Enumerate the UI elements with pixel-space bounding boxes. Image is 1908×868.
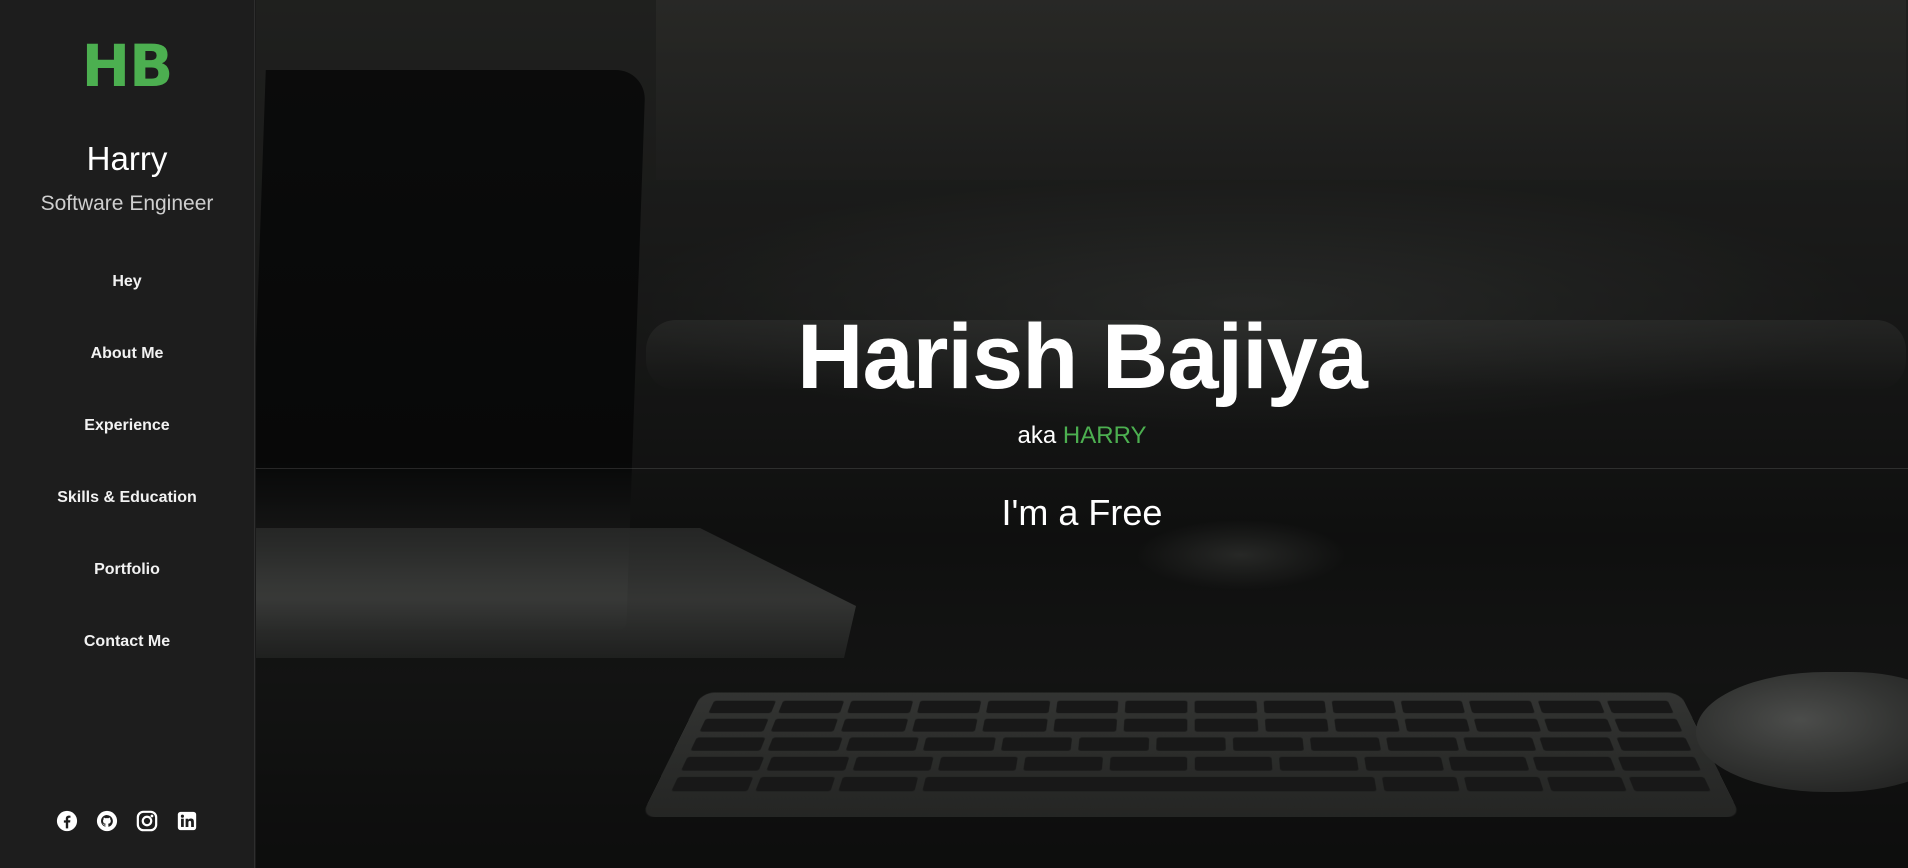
nav-item-skills-education[interactable]: Skills & Education (0, 478, 254, 550)
linkedin-icon[interactable] (176, 810, 198, 832)
nav-item-contact-me[interactable]: Contact Me (0, 622, 254, 694)
github-icon[interactable] (96, 810, 118, 832)
instagram-icon[interactable] (136, 810, 158, 832)
hero-section: Harish Bajiya aka HARRY I'm a Free (256, 0, 1908, 868)
hero-divider (256, 468, 1908, 469)
aka-prefix: aka (1017, 422, 1057, 449)
nav-item-hey[interactable]: Hey (0, 262, 254, 334)
hero-aka: aka HARRY (256, 422, 1908, 450)
aka-name: HARRY (1062, 422, 1147, 449)
nav-item-experience[interactable]: Experience (0, 406, 254, 478)
brand-role: Software Engineer (40, 192, 214, 215)
hero-typed-text: I'm a Free (1001, 492, 1163, 533)
site-logo[interactable]: HB (0, 32, 254, 100)
sidebar: HB Harry Software Engineer Hey About Me … (0, 0, 255, 868)
page: HB Harry Software Engineer Hey About Me … (0, 0, 1908, 868)
nav-item-portfolio[interactable]: Portfolio (0, 550, 254, 622)
brand-name: Harry (86, 140, 168, 177)
hero-title: Harish Bajiya (797, 306, 1368, 408)
social-links (0, 810, 254, 832)
nav-item-about-me[interactable]: About Me (0, 334, 254, 406)
sidebar-nav: Hey About Me Experience Skills & Educati… (0, 262, 254, 694)
facebook-icon[interactable] (56, 810, 78, 832)
